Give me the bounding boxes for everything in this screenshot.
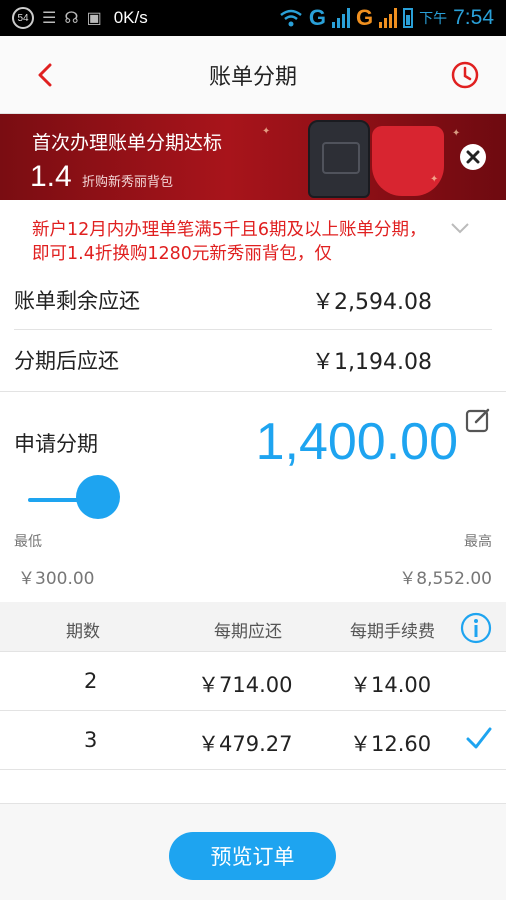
signal-icon-2 (379, 8, 398, 28)
network-type-2: G (356, 5, 374, 30)
backpack-red-image (372, 126, 444, 196)
min-label: 最低 (14, 534, 42, 550)
remaining-row: 账单剩余应还 ￥2,594.08 (14, 270, 492, 330)
row-periods: 3 (84, 728, 98, 752)
sparkle-icon: ✦ (452, 128, 461, 139)
headset-icon: ☊ (64, 10, 79, 27)
after-installment-row: 分期后应还 ￥1,194.08 (14, 330, 492, 390)
max-value: ￥8,552.00 (399, 569, 492, 589)
wifi-icon (280, 9, 302, 27)
sparkle-icon: ✦ (430, 174, 439, 185)
row-fee: ￥14.00 (350, 673, 432, 697)
network-type-1: G (308, 5, 326, 30)
max-label: 最高 (464, 534, 492, 550)
page-title: 账单分期 (208, 64, 297, 90)
remaining-value: ￥2,594.08 (312, 289, 432, 315)
preview-order-button[interactable]: 预览订单 (169, 832, 336, 880)
banner-title: 首次办理账单分期达标 (32, 132, 223, 154)
remaining-label: 账单剩余应还 (14, 288, 140, 313)
signal-icon-1 (332, 8, 350, 28)
info-icon[interactable] (460, 612, 492, 644)
row-payment: ￥479.27 (198, 732, 293, 756)
table-footer-space (0, 770, 506, 804)
row-fee: ￥12.60 (350, 732, 432, 756)
promo-banner[interactable]: 首次办理账单分期达标 1.4 折购新秀丽背包 ✦ ✦ ✦ (0, 114, 506, 200)
col-periods: 期数 (66, 622, 100, 642)
notification-count-icon: 54 (12, 7, 34, 29)
net-speed: 0K/s (113, 8, 148, 27)
notice-text: 新户12月内办理单笔满5千且6期及以上账单分期，即可1.4折换购1280元新秀丽… (32, 220, 427, 264)
edit-icon[interactable] (464, 406, 492, 434)
min-value: ￥300.00 (18, 569, 95, 589)
apply-section: 申请分期 1,400.00 最低 最高 ￥300.00 ￥8,552.00 (0, 392, 506, 602)
apply-label: 申请分期 (14, 432, 98, 456)
col-payment: 每期应还 (214, 622, 282, 642)
history-button[interactable] (450, 60, 480, 90)
sparkle-icon: ✦ (262, 126, 271, 137)
image-icon: ▣ (86, 10, 102, 27)
row-payment: ￥714.00 (198, 673, 293, 697)
close-icon (466, 150, 480, 164)
battery-icon (403, 8, 414, 28)
app-header: 账单分期 (0, 36, 506, 114)
clock-icon (451, 61, 479, 89)
after-installment-label: 分期后应还 (14, 349, 119, 373)
banner-subtitle: 折购新秀丽背包 (82, 175, 174, 190)
banner-close-button[interactable] (460, 144, 486, 170)
col-fee: 每期手续费 (350, 622, 435, 642)
after-installment-value: ￥1,194.08 (312, 350, 432, 375)
status-ampm: 下午 (419, 10, 448, 26)
promo-notice[interactable]: 新户12月内办理单笔满5千且6期及以上账单分期，即可1.4折换购1280元新秀丽… (0, 200, 506, 270)
back-button[interactable] (30, 58, 60, 92)
checkmark-icon (466, 727, 492, 749)
table-row[interactable]: 3 ￥479.27 ￥12.60 (0, 711, 506, 770)
installment-table-header: 期数 每期应还 每期手续费 (0, 602, 506, 652)
amount-slider-thumb[interactable] (76, 475, 120, 519)
table-row[interactable]: 2 ￥714.00 ￥14.00 (0, 652, 506, 711)
apply-amount[interactable]: 1,400.00 (256, 412, 458, 472)
chevron-down-icon[interactable] (450, 222, 470, 234)
row-periods: 2 (84, 669, 98, 693)
bill-summary: 账单剩余应还 ￥2,594.08 分期后应还 ￥1,194.08 (0, 270, 506, 392)
backpack-black-image (308, 120, 370, 198)
chevron-left-icon (38, 63, 52, 87)
status-time: 7:54 (453, 6, 494, 29)
status-bar: 54 ☰ ☊ ▣ 0K/s G G 下午 7:54 (0, 0, 506, 36)
banner-discount: 1.4 (30, 160, 72, 193)
menu-icon: ☰ (42, 10, 57, 27)
